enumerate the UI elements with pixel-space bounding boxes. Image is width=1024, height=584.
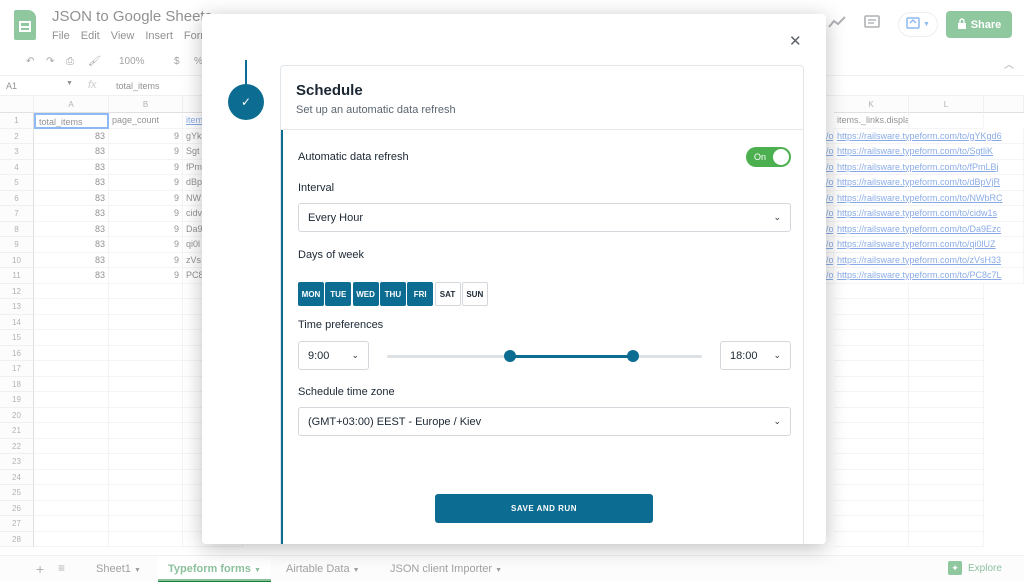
time-from-select[interactable]: 9:00 ⌄ (298, 341, 369, 370)
time-from-value: 9:00 (308, 349, 330, 362)
day-toggle-wed[interactable]: WED (352, 282, 379, 306)
time-range-fill (509, 355, 633, 358)
day-toggle-tue[interactable]: TUE (325, 282, 352, 306)
chevron-down-icon: ⌄ (773, 416, 781, 426)
time-to-value: 18:00 (730, 349, 758, 362)
time-range-start-handle[interactable] (503, 350, 516, 362)
chevron-down-icon: ⌄ (351, 350, 359, 360)
toggle-knob (773, 149, 789, 165)
interval-select[interactable]: Every Hour ⌄ (298, 203, 791, 232)
auto-refresh-label: Automatic data refresh (298, 151, 409, 163)
day-toggle-mon[interactable]: MON (298, 282, 324, 306)
time-zone-value: (GMT+03:00) EEST - Europe / Kiev (308, 415, 482, 428)
save-and-run-button[interactable]: SAVE AND RUN (435, 494, 653, 523)
chevron-down-icon: ⌄ (773, 350, 781, 360)
time-range-slider[interactable] (387, 350, 702, 362)
auto-refresh-toggle[interactable]: On (746, 147, 791, 167)
toggle-state-label: On (754, 152, 767, 162)
time-to-select[interactable]: 18:00 ⌄ (720, 341, 791, 370)
interval-label: Interval (298, 182, 335, 194)
time-zone-select[interactable]: (GMT+03:00) EEST - Europe / Kiev ⌄ (298, 407, 791, 436)
schedule-title: Schedule (296, 82, 363, 99)
time-preferences-label: Time preferences (298, 319, 384, 331)
day-toggle-sat[interactable]: SAT (434, 282, 461, 306)
schedule-dialog: ✕ ✓ Schedule Set up an automatic data re… (202, 14, 826, 544)
time-range-end-handle[interactable] (626, 350, 639, 362)
close-icon[interactable]: ✕ (789, 32, 802, 50)
day-toggle-thu[interactable]: THU (379, 282, 406, 306)
schedule-card: Schedule Set up an automatic data refres… (280, 65, 804, 544)
schedule-subtitle: Set up an automatic data refresh (296, 104, 456, 116)
chevron-down-icon: ⌄ (773, 212, 781, 222)
schedule-form: Automatic data refresh On Interval Every… (281, 130, 803, 544)
day-toggle-fri[interactable]: FRI (407, 282, 434, 306)
step-connector (245, 60, 247, 86)
schedule-card-header: Schedule Set up an automatic data refres… (281, 66, 803, 130)
time-zone-label: Schedule time zone (298, 386, 395, 398)
days-of-week-label: Days of week (298, 249, 365, 261)
modal-overlay: ✕ ✓ Schedule Set up an automatic data re… (0, 0, 1024, 581)
interval-value: Every Hour (308, 211, 364, 224)
step-complete-check-icon: ✓ (228, 84, 264, 120)
day-toggle-sun[interactable]: SUN (461, 282, 488, 306)
